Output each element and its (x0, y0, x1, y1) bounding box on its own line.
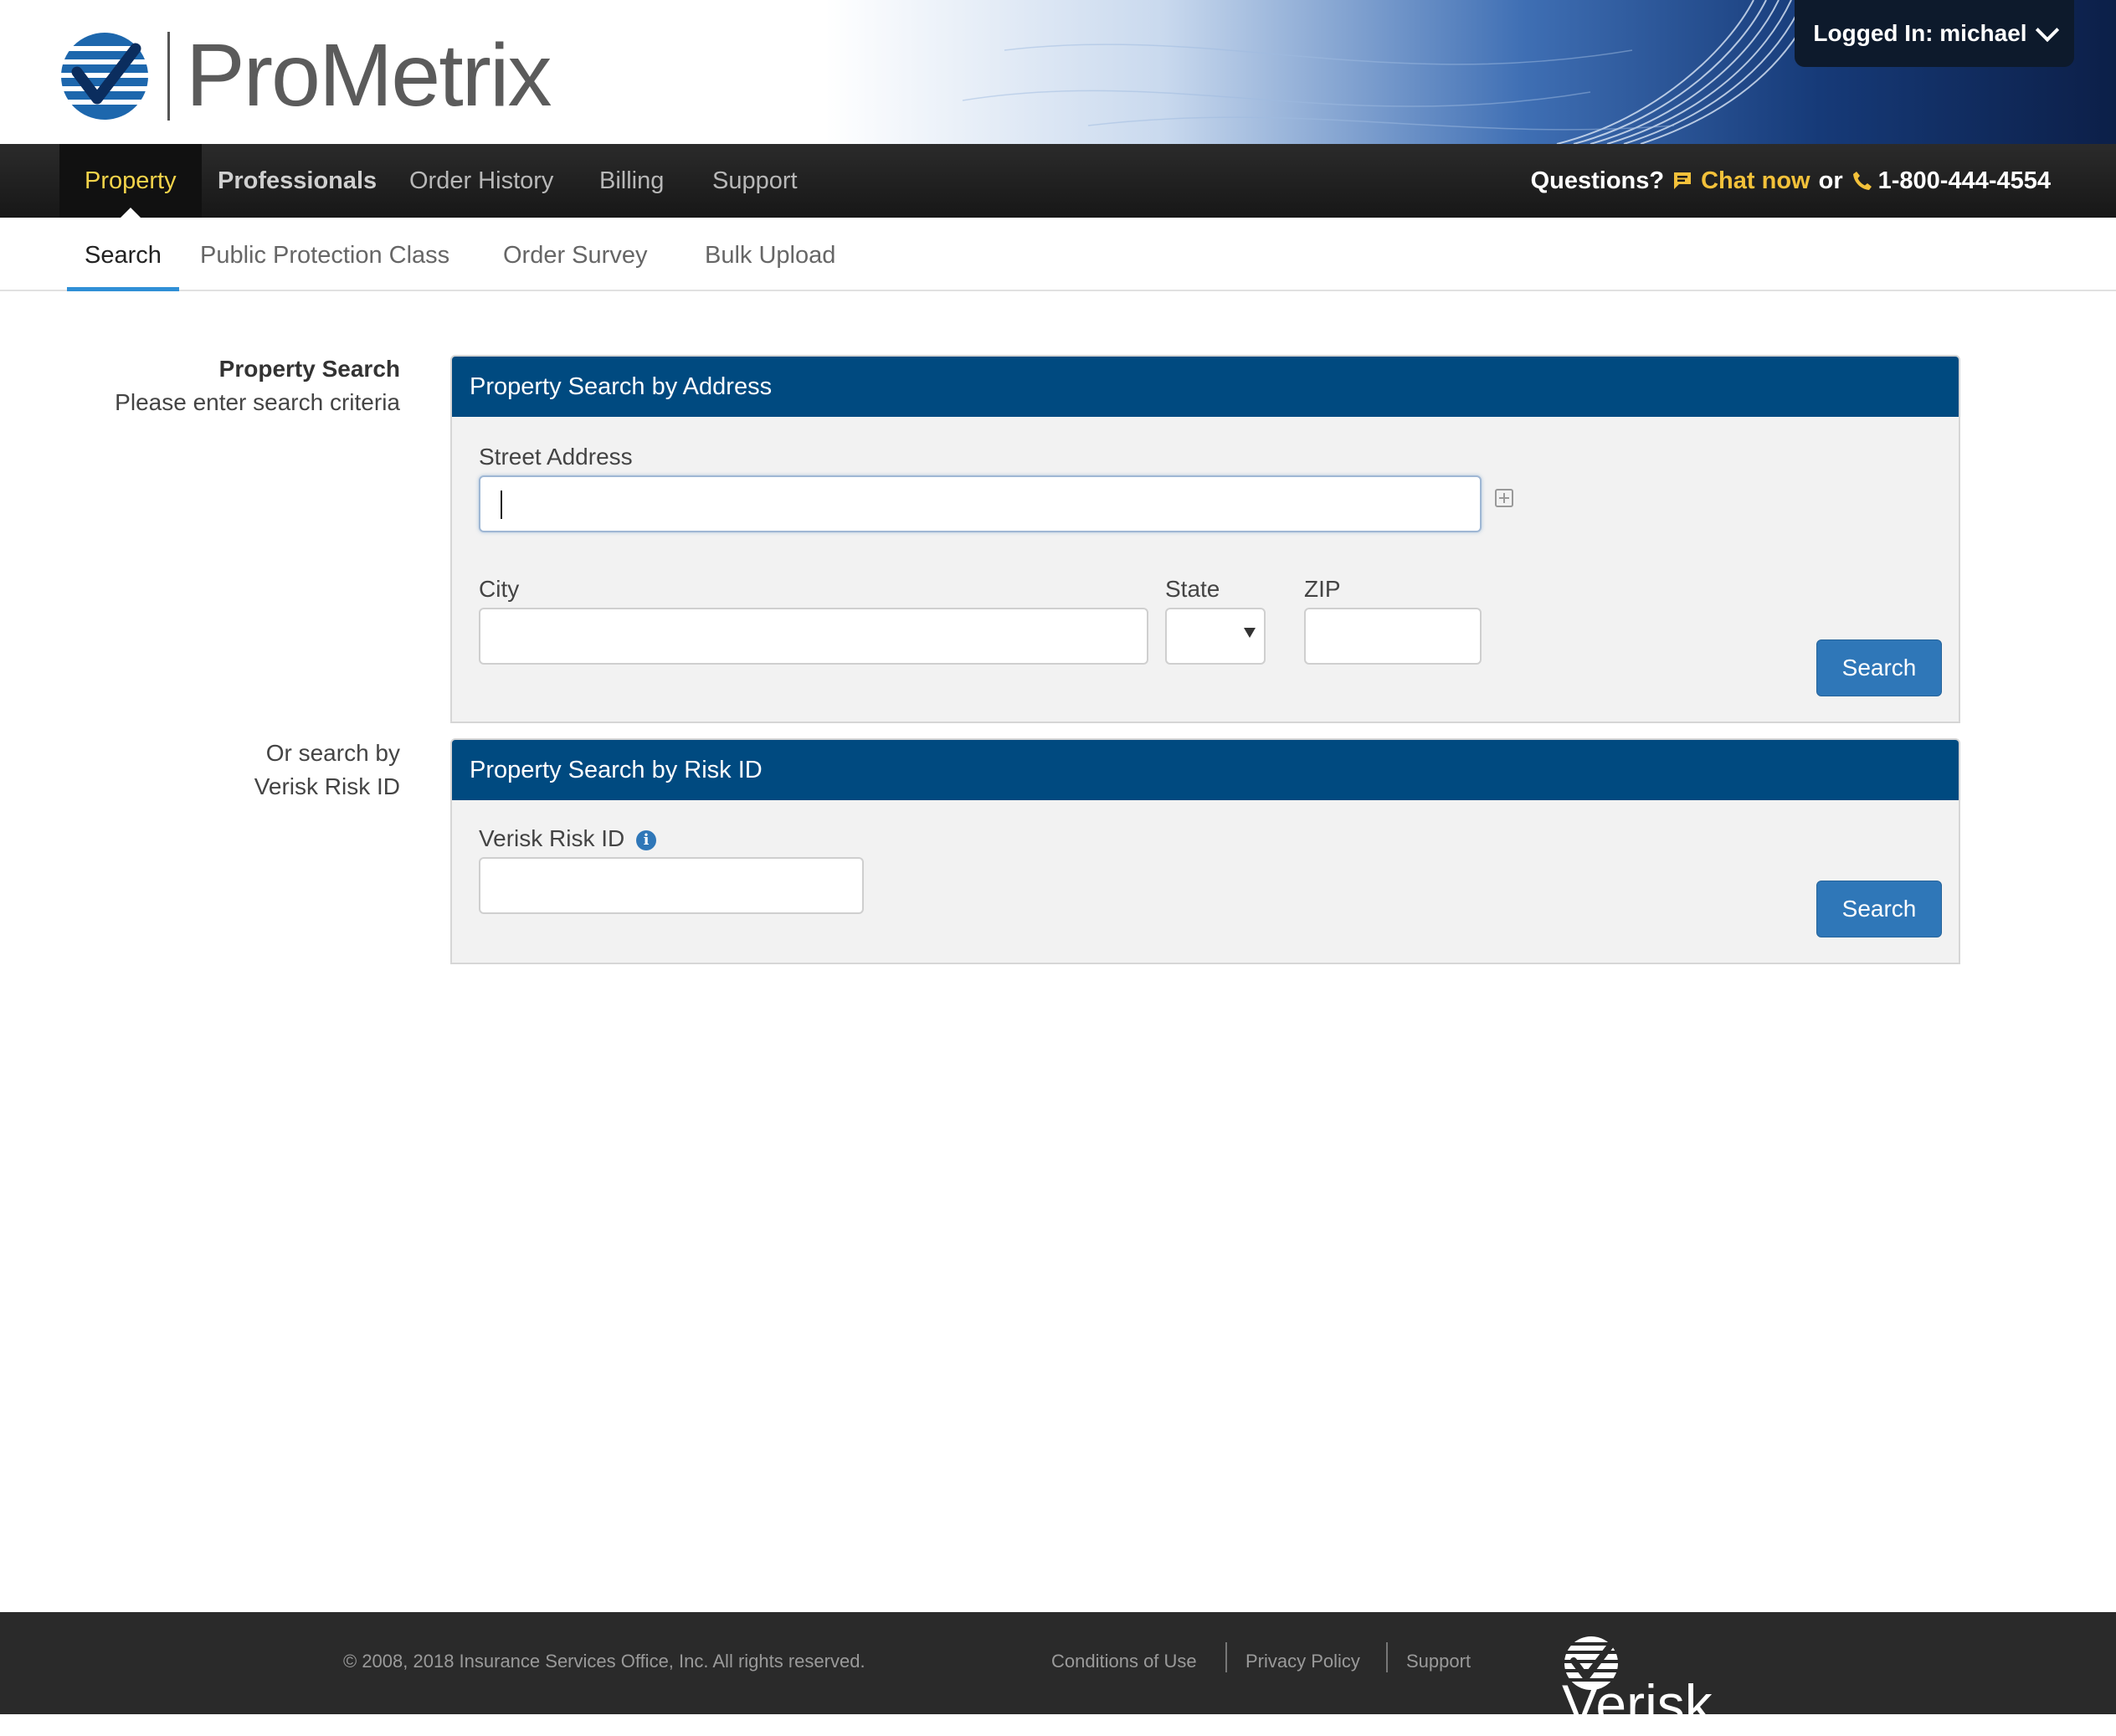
risk-panel-title: Property Search by Risk ID (452, 740, 1959, 800)
brand-name: ProMetrix (186, 26, 552, 125)
expand-address-icon[interactable] (1495, 489, 1513, 507)
risk-id-label: Verisk Risk ID (479, 825, 625, 851)
footer-support-link[interactable]: Support (1406, 1651, 1471, 1672)
property-search-subtitle: Please enter search criteria (115, 389, 400, 415)
or-text: or (1818, 167, 1843, 194)
contact-bar: Questions? Chat now or 1-800-444-4554 (1531, 144, 2051, 218)
footer-divider (1386, 1642, 1388, 1672)
risk-id-search-panel: Property Search by Risk ID Verisk Risk I… (450, 738, 1960, 964)
chat-now-link[interactable]: Chat now (1672, 167, 1810, 195)
nav-billing[interactable]: Billing (599, 144, 664, 218)
nav-property[interactable]: Property (59, 144, 202, 219)
verisk-logo: Verisk (1562, 1634, 1713, 1735)
verisk-logo-text: Verisk (1562, 1673, 1713, 1735)
user-menu-button[interactable]: Logged In: michael (1795, 0, 2074, 67)
chat-now-label: Chat now (1701, 167, 1810, 194)
conditions-of-use-link[interactable]: Conditions of Use (1051, 1651, 1197, 1672)
sub-nav: Search Public Protection Class Order Sur… (0, 218, 2116, 291)
chevron-down-icon (2035, 18, 2059, 43)
state-select[interactable] (1165, 608, 1266, 665)
zip-label: ZIP (1304, 576, 1341, 602)
risk-id-search-button[interactable]: Search (1816, 881, 1942, 937)
risk-id-label-row: Verisk Risk ID i (479, 825, 657, 852)
nav-professionals[interactable]: Professionals (218, 144, 377, 218)
city-label: City (479, 576, 520, 602)
zip-input[interactable] (1304, 608, 1482, 665)
subtab-order-survey[interactable]: Order Survey (503, 218, 647, 290)
street-address-label: Street Address (479, 444, 633, 470)
footer-divider (1225, 1642, 1227, 1672)
street-address-input[interactable] (479, 475, 1482, 532)
footer: © 2008, 2018 Insurance Services Office, … (0, 1612, 2116, 1735)
address-search-button[interactable]: Search (1816, 639, 1942, 696)
property-search-intro: Property Search Please enter search crit… (84, 352, 400, 419)
or-search-by-text: Or search by (265, 740, 400, 766)
text-cursor (501, 490, 502, 519)
header: ProMetrix Logged In: michael (0, 0, 2116, 144)
questions-label: Questions? (1530, 167, 1665, 194)
copyright-text: © 2008, 2018 Insurance Services Office, … (343, 1651, 865, 1672)
verisk-risk-id-text: Verisk Risk ID (254, 773, 400, 799)
prometrix-logo-icon (60, 33, 149, 120)
nav-support[interactable]: Support (712, 144, 798, 218)
main-nav: Property Professionals Order History Bil… (0, 144, 2116, 219)
phone-icon (1852, 172, 1872, 190)
risk-id-intro: Or search by Verisk Risk ID (84, 737, 400, 804)
logo-divider (167, 32, 170, 121)
address-search-panel: Property Search by Address Street Addres… (450, 355, 1960, 723)
user-menu-label: Logged In: michael (1813, 20, 2027, 46)
risk-id-input[interactable] (479, 857, 864, 914)
subtab-search[interactable]: Search (67, 218, 179, 291)
nav-property-label: Property (85, 167, 177, 194)
info-icon[interactable]: i (636, 829, 657, 850)
phone-number: 1-800-444-4554 (1877, 167, 2051, 194)
city-input[interactable] (479, 608, 1148, 665)
nav-order-history[interactable]: Order History (409, 144, 553, 218)
subtab-public-protection-class[interactable]: Public Protection Class (200, 218, 449, 290)
state-label: State (1165, 576, 1220, 602)
privacy-policy-link[interactable]: Privacy Policy (1245, 1651, 1360, 1672)
dropdown-arrow-icon (1244, 628, 1256, 638)
phone-link[interactable]: 1-800-444-4554 (1852, 167, 2051, 195)
address-panel-title: Property Search by Address (452, 357, 1959, 417)
chat-icon (1674, 172, 1692, 189)
property-search-title: Property Search (218, 356, 400, 382)
subtab-bulk-upload[interactable]: Bulk Upload (705, 218, 835, 290)
